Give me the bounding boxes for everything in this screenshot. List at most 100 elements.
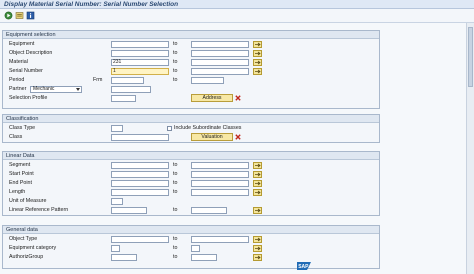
valuation-button[interactable]: Valuation	[191, 133, 233, 141]
length-to-input[interactable]	[191, 189, 249, 196]
class-input[interactable]	[111, 134, 169, 141]
period-from-label: Frm	[93, 77, 103, 83]
length-to-label: to	[173, 189, 178, 195]
include-subordinate-checkbox[interactable]	[167, 126, 172, 131]
end-point-to-input[interactable]	[191, 180, 249, 187]
start-point-to-input[interactable]	[191, 171, 249, 178]
period-to-input[interactable]	[191, 77, 224, 84]
authorization-group-row: AuthorizGroup to	[3, 254, 379, 261]
object-type-row: Object Type to	[3, 236, 379, 243]
scrollbar-thumb[interactable]	[468, 27, 473, 87]
equipment-category-row: Equipment category to	[3, 245, 379, 252]
equipment-category-label: Equipment category	[9, 245, 57, 251]
multiple-selection-icon[interactable]	[253, 245, 262, 252]
period-row: Period Frm to	[3, 77, 379, 84]
material-to-label: to	[173, 59, 178, 65]
object-description-to-label: to	[173, 50, 178, 56]
serial-number-from-input[interactable]: 1	[111, 68, 169, 75]
execute-icon[interactable]	[4, 11, 13, 20]
equipment-to-input[interactable]	[191, 41, 249, 48]
linear-data-header: Linear Data	[3, 152, 379, 160]
object-type-to-label: to	[173, 236, 178, 242]
length-row: Length to	[3, 189, 379, 196]
end-point-to-label: to	[173, 180, 178, 186]
equipment-row: Equipment to	[3, 41, 379, 48]
vertical-scrollbar[interactable]	[466, 23, 474, 274]
equipment-category-to-label: to	[173, 245, 178, 251]
segment-from-input[interactable]	[111, 162, 169, 169]
delete-icon[interactable]	[235, 134, 241, 140]
start-point-to-label: to	[173, 171, 178, 177]
application-toolbar	[0, 9, 474, 23]
end-point-label: End Point	[9, 180, 32, 186]
multiple-selection-icon[interactable]	[253, 162, 262, 169]
end-point-from-input[interactable]	[111, 180, 169, 187]
serial-number-row: Serial Number 1 to	[3, 68, 379, 75]
authorization-group-label: AuthorizGroup	[9, 254, 44, 260]
multiple-selection-icon[interactable]	[253, 68, 262, 75]
equipment-category-from-input[interactable]	[111, 245, 120, 252]
serial-number-label: Serial Number	[9, 68, 43, 74]
multiple-selection-icon[interactable]	[253, 50, 262, 57]
authorization-group-to-input[interactable]	[191, 254, 217, 261]
start-point-row: Start Point to	[3, 171, 379, 178]
partner-input[interactable]	[111, 86, 151, 93]
segment-label: Segment	[9, 162, 31, 168]
multiple-selection-icon[interactable]	[253, 236, 262, 243]
linear-reference-pattern-label: Linear Reference Pattern	[9, 207, 69, 213]
info-icon[interactable]	[26, 11, 35, 20]
object-description-to-input[interactable]	[191, 50, 249, 57]
address-button[interactable]: Address	[191, 94, 233, 102]
object-type-label: Object Type	[9, 236, 38, 242]
equipment-label: Equipment	[9, 41, 35, 47]
unit-of-measure-input[interactable]	[111, 198, 123, 205]
delete-icon[interactable]	[235, 95, 241, 101]
authorization-group-from-input[interactable]	[111, 254, 137, 261]
multiple-selection-icon[interactable]	[253, 207, 262, 214]
partner-role-dropdown[interactable]: Mechanic	[30, 86, 82, 93]
length-label: Length	[9, 189, 26, 195]
selection-profile-input[interactable]	[111, 95, 136, 102]
multiple-selection-icon[interactable]	[253, 171, 262, 178]
selection-profile-row: Selection Profile Address	[3, 94, 379, 102]
get-variant-icon[interactable]	[15, 11, 24, 20]
classification-header: Classification	[3, 115, 379, 123]
class-type-input[interactable]	[111, 125, 123, 132]
serial-number-to-label: to	[173, 68, 178, 74]
selection-screen: Equipment selection Equipment to Object …	[0, 23, 474, 274]
window-title: Display Material Serial Number: Serial N…	[4, 1, 179, 8]
segment-to-input[interactable]	[191, 162, 249, 169]
sap-logo-text: SAP	[298, 264, 309, 270]
equipment-selection-header: Equipment selection	[3, 31, 379, 39]
authorization-group-to-label: to	[173, 254, 178, 260]
object-type-to-input[interactable]	[191, 236, 249, 243]
linear-reference-pattern-to-input[interactable]	[191, 207, 227, 214]
object-description-from-input[interactable]	[111, 50, 169, 57]
segment-to-label: to	[173, 162, 178, 168]
multiple-selection-icon[interactable]	[253, 254, 262, 261]
multiple-selection-icon[interactable]	[253, 59, 262, 66]
equipment-from-input[interactable]	[111, 41, 169, 48]
start-point-label: Start Point	[9, 171, 34, 177]
material-to-input[interactable]	[191, 59, 249, 66]
class-type-label: Class Type	[9, 125, 36, 131]
equipment-category-to-input[interactable]	[191, 245, 200, 252]
multiple-selection-icon[interactable]	[253, 41, 262, 48]
linear-reference-pattern-to-label: to	[173, 207, 178, 213]
serial-number-to-input[interactable]	[191, 68, 249, 75]
classification-group: Classification Class Type Include Subord…	[2, 114, 380, 143]
start-point-from-input[interactable]	[111, 171, 169, 178]
equipment-to-label: to	[173, 41, 178, 47]
linear-reference-pattern-from-input[interactable]	[111, 207, 147, 214]
period-from-input[interactable]	[111, 77, 144, 84]
selection-profile-label: Selection Profile	[9, 95, 48, 101]
multiple-selection-icon[interactable]	[253, 189, 262, 196]
length-from-input[interactable]	[111, 189, 169, 196]
object-description-row: Object Description to	[3, 50, 379, 57]
multiple-selection-icon[interactable]	[253, 180, 262, 187]
material-from-input[interactable]: 231	[111, 59, 169, 66]
linear-data-group: Linear Data Segment to Start Point to En…	[2, 151, 380, 216]
include-subordinate-label: Include Subordinate Classes	[174, 125, 242, 131]
object-type-from-input[interactable]	[111, 236, 169, 243]
chevron-down-icon	[76, 88, 80, 91]
